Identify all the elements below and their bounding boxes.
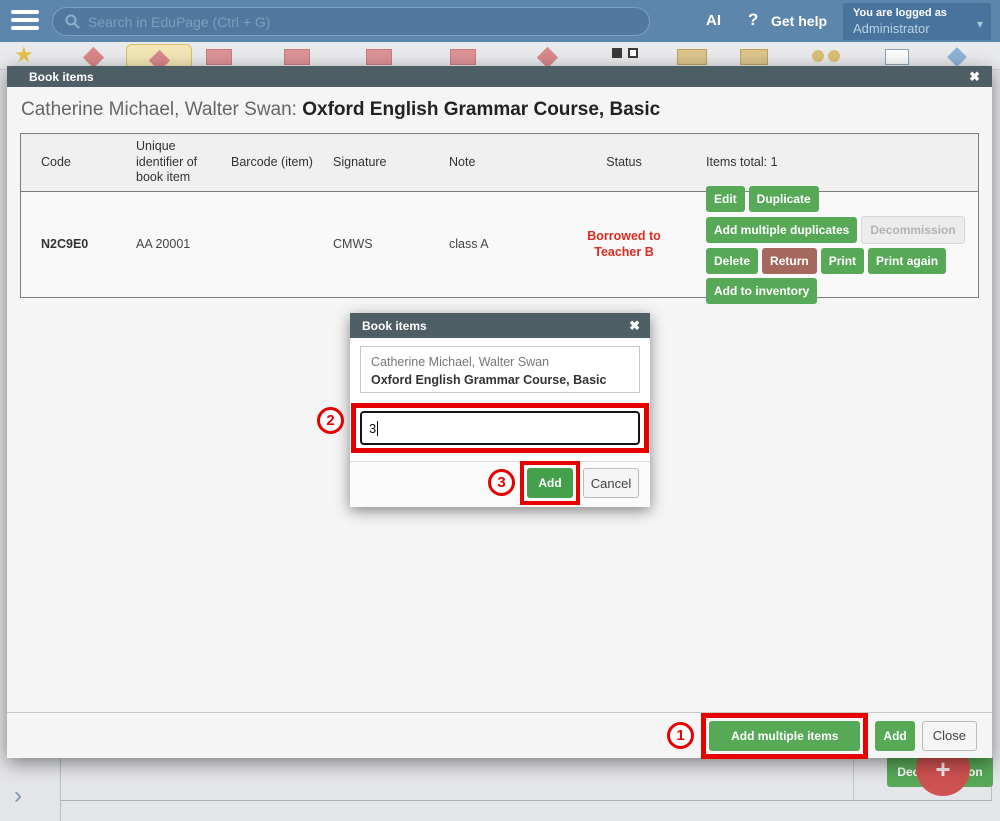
annotation-step-3: 3: [488, 469, 515, 496]
book-heading: Catherine Michael, Walter Swan: Oxford E…: [7, 87, 992, 121]
book-items-table: Code Unique identifier of book item Barc…: [20, 133, 979, 298]
annotation-highlight-add: Add: [520, 461, 580, 505]
footer-add-button[interactable]: Add: [875, 721, 914, 751]
table-header-row: Code Unique identifier of book item Barc…: [21, 134, 978, 192]
quantity-input[interactable]: 3: [360, 411, 640, 445]
footer-close-button[interactable]: Close: [922, 721, 977, 751]
book-authors: Catherine Michael, Walter Swan: [371, 354, 629, 372]
cell-note: class A: [449, 192, 559, 297]
logged-in-user-dropdown[interactable]: You are logged as Administrator ▾: [843, 3, 991, 40]
toolbar-icon[interactable]: [284, 49, 310, 65]
annotation-step-2: 2: [317, 407, 344, 434]
background-divider: [60, 800, 992, 801]
close-icon[interactable]: ✖: [629, 319, 640, 332]
col-header-items-total: Items total: 1: [689, 134, 978, 191]
return-button[interactable]: Return: [762, 248, 817, 274]
book-items-modal: Book items ✖ Catherine Michael, Walter S…: [7, 66, 992, 758]
logged-as-user: Administrator: [853, 21, 969, 36]
favorites-star-icon[interactable]: ★: [14, 42, 34, 68]
search-icon: [65, 14, 80, 29]
col-header-note: Note: [449, 134, 559, 191]
book-title: Oxford English Grammar Course, Basic: [302, 99, 660, 120]
ai-button[interactable]: AI: [706, 12, 721, 29]
toolbar-icon[interactable]: [450, 49, 476, 65]
search-box[interactable]: [52, 7, 650, 36]
add-multiple-duplicates-button[interactable]: Add multiple duplicates: [706, 217, 857, 243]
toolbar-icon[interactable]: [537, 47, 558, 68]
toolbar-icon[interactable]: [83, 47, 104, 68]
toolbar-icon[interactable]: [740, 49, 768, 65]
add-multiple-items-button[interactable]: Add multiple items: [709, 721, 860, 751]
get-help-button[interactable]: Get help: [771, 13, 827, 29]
book-title: Oxford English Grammar Course, Basic: [371, 372, 629, 390]
modal-title: Book items: [29, 70, 969, 84]
book-info-box: Catherine Michael, Walter Swan Oxford En…: [360, 346, 640, 393]
edit-button[interactable]: Edit: [706, 186, 745, 212]
book-authors: Catherine Michael, Walter Swan:: [21, 99, 302, 120]
modal-titlebar: Book items ✖: [7, 66, 992, 87]
duplicate-button[interactable]: Duplicate: [749, 186, 819, 212]
toolbar-icon[interactable]: [612, 48, 622, 58]
close-icon[interactable]: ✖: [969, 70, 980, 83]
dialog-title: Book items: [362, 319, 629, 333]
search-input[interactable]: [88, 14, 637, 30]
cell-unique-identifier: AA 20001: [116, 192, 231, 297]
modal-footer: 1 Add multiple items Add Close: [7, 712, 992, 758]
cell-code: N2C9E0: [21, 192, 116, 297]
col-header-unique-identifier: Unique identifier of book item: [116, 134, 231, 191]
plus-icon: +: [935, 754, 950, 785]
col-header-signature: Signature: [333, 134, 449, 191]
quantity-value: 3: [369, 421, 376, 436]
annotation-step-1: 1: [667, 722, 694, 749]
help-question-icon[interactable]: ?: [748, 10, 758, 30]
toolbar-icon[interactable]: [828, 50, 840, 62]
add-to-inventory-button[interactable]: Add to inventory: [706, 278, 817, 304]
toolbar-icon[interactable]: [947, 47, 967, 67]
toolbar-icon[interactable]: [206, 49, 232, 65]
table-row: N2C9E0 AA 20001 CMWS class A Borrowed to…: [21, 192, 978, 297]
annotation-highlight-add-multiple: Add multiple items: [701, 713, 868, 759]
col-header-code: Code: [21, 134, 116, 191]
cell-barcode: [231, 192, 333, 297]
dialog-titlebar: Book items ✖: [350, 313, 650, 338]
sidebar-expand-chevron-icon[interactable]: ›: [14, 782, 22, 810]
topbar: AI ? Get help You are logged as Administ…: [0, 0, 1000, 42]
logged-as-label: You are logged as: [853, 6, 969, 21]
decommission-button: Decommission: [861, 216, 964, 244]
background-divider: [853, 758, 854, 800]
cell-actions: Edit Duplicate Add multiple duplicates D…: [689, 192, 978, 297]
dialog-cancel-button[interactable]: Cancel: [583, 468, 639, 498]
print-again-button[interactable]: Print again: [868, 248, 946, 274]
dialog-add-button[interactable]: Add: [527, 468, 573, 498]
delete-button[interactable]: Delete: [706, 248, 758, 274]
annotation-highlight-input: 3: [351, 403, 649, 453]
toolbar-icon[interactable]: [812, 50, 824, 62]
print-button[interactable]: Print: [821, 248, 864, 274]
toolbar-icon[interactable]: [677, 49, 707, 65]
col-header-status: Status: [559, 134, 689, 191]
quantity-dialog: Book items ✖ Catherine Michael, Walter S…: [350, 313, 650, 507]
toolbar-icon[interactable]: [628, 48, 638, 58]
text-cursor: [377, 421, 378, 436]
hamburger-menu-icon[interactable]: [11, 10, 39, 32]
toolbar-icon[interactable]: [885, 49, 909, 65]
cell-signature: CMWS: [333, 192, 449, 297]
toolbar-icon[interactable]: [366, 49, 392, 65]
cell-status: Borrowed to Teacher B: [559, 192, 689, 297]
col-header-barcode: Barcode (item): [231, 134, 333, 191]
chevron-down-icon: ▾: [977, 17, 983, 31]
